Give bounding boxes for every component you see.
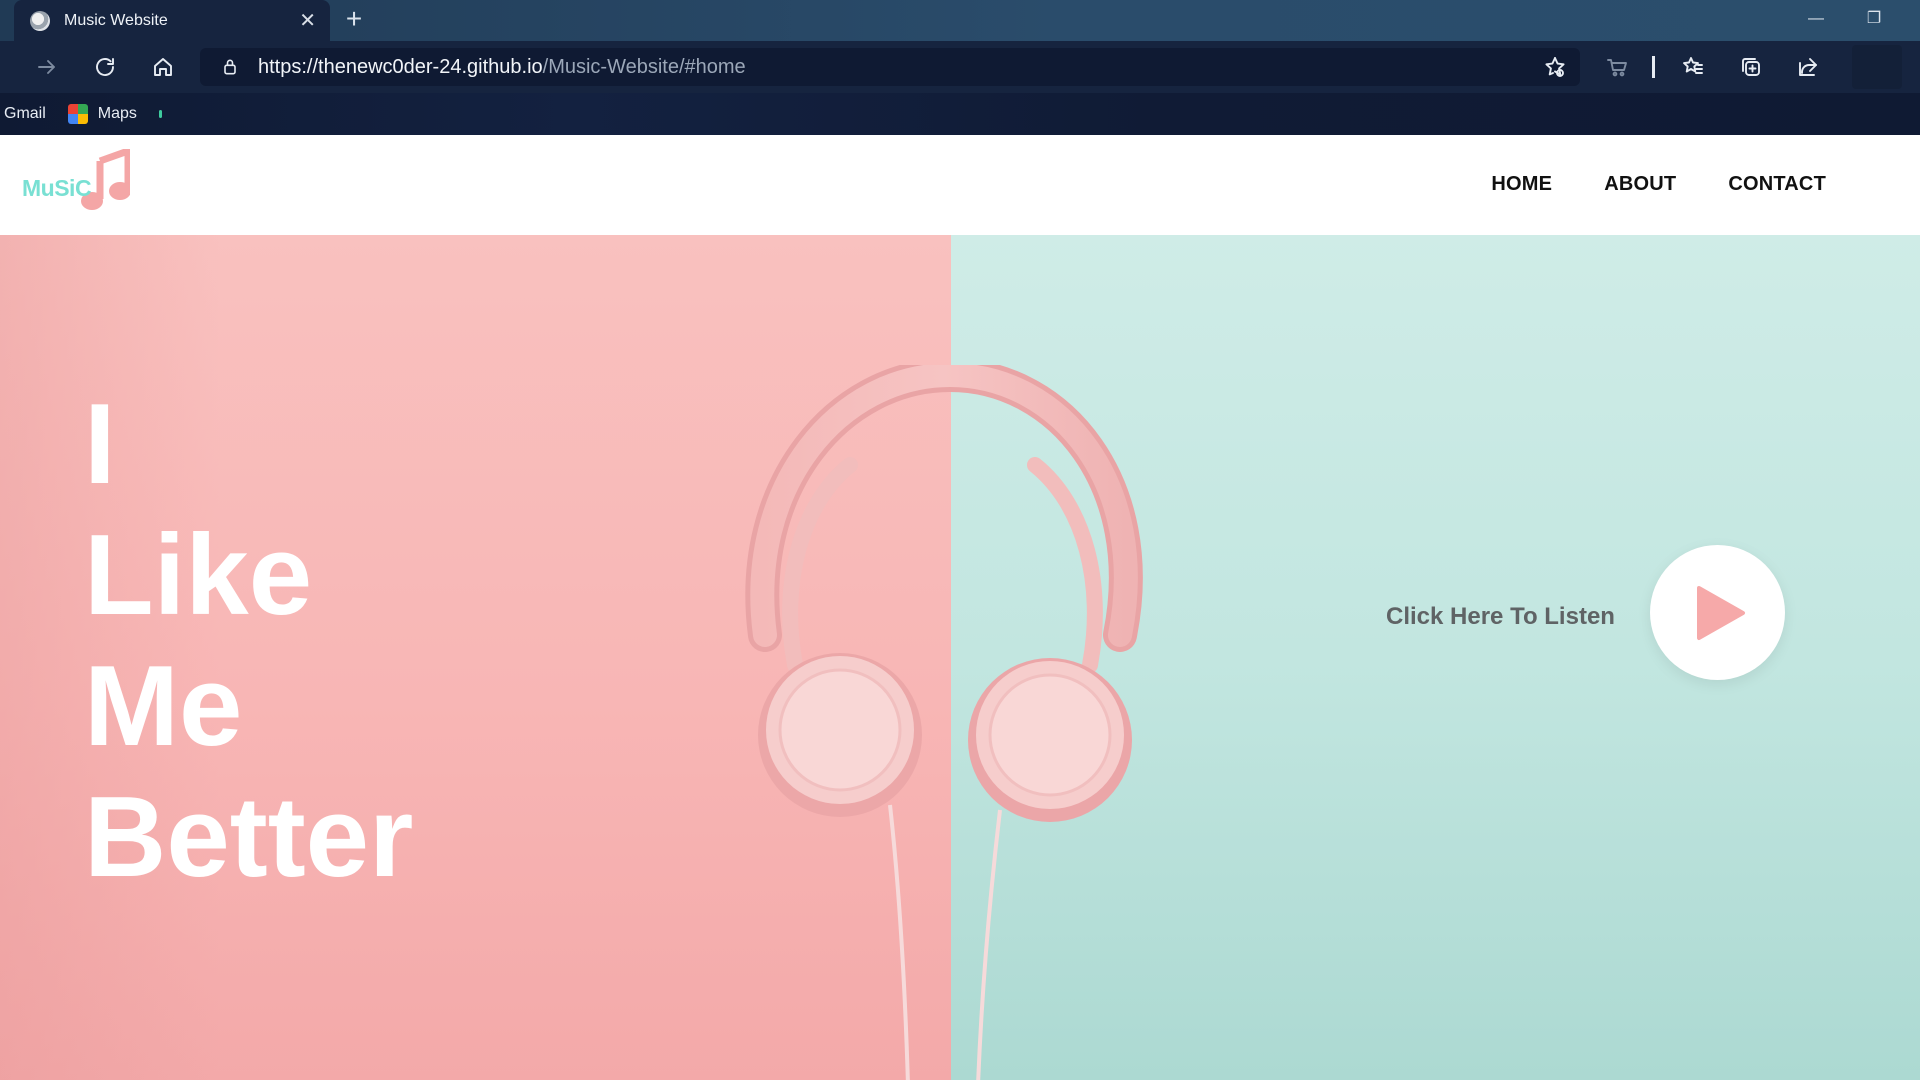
play-button[interactable] <box>1650 545 1785 680</box>
restore-window-button[interactable]: ❐ <box>1852 0 1896 38</box>
reload-icon <box>96 58 114 76</box>
music-website: MuSiC HOME ABOUT CONTACT I Like Me Bette… <box>0 135 1920 1080</box>
add-favorite-button[interactable] <box>1538 51 1572 83</box>
bookmark-label: Maps <box>97 105 137 122</box>
shopping-cart-icon <box>1607 59 1627 77</box>
headphones-image <box>745 365 1143 1080</box>
tab-title: Music Website <box>64 11 168 29</box>
favorites-list-icon <box>1683 57 1703 74</box>
nav-home[interactable]: HOME <box>1491 173 1552 196</box>
close-tab-icon[interactable]: ✕ <box>299 11 316 31</box>
shopping-button[interactable] <box>1600 51 1634 83</box>
listen-label[interactable]: Click Here To Listen <box>1386 603 1615 631</box>
nav-contact[interactable]: CONTACT <box>1728 173 1826 196</box>
collections-icon <box>1742 58 1760 76</box>
maps-icon <box>67 104 88 124</box>
favorites-button[interactable] <box>1676 51 1710 83</box>
play-icon <box>1696 585 1745 640</box>
toolbar-divider <box>1652 56 1655 78</box>
minimize-window-button[interactable]: — <box>1794 0 1838 38</box>
headline-line: Better <box>84 774 414 901</box>
bookmark-overflow-icon[interactable] <box>158 110 162 118</box>
address-bar[interactable]: https://thenewc0der-24.github.io/Music-W… <box>200 48 1580 86</box>
profile-button[interactable] <box>1852 45 1902 89</box>
share-button[interactable] <box>1791 51 1825 83</box>
collections-button[interactable] <box>1734 51 1768 83</box>
share-icon <box>1799 58 1817 76</box>
home-button[interactable] <box>146 51 180 83</box>
site-favicon-icon <box>30 10 50 31</box>
arrow-right-icon <box>38 60 55 74</box>
hero-headline: I Like Me Better <box>84 379 413 903</box>
headline-line: Like <box>84 512 313 639</box>
site-logo[interactable]: MuSiC <box>22 149 130 213</box>
browser-tab-strip: Music Website ✕ + — ❐ <box>0 0 1920 41</box>
bookmark-maps[interactable]: Maps <box>67 104 137 124</box>
bookmark-gmail[interactable]: Gmail <box>4 105 46 123</box>
main-nav: HOME ABOUT CONTACT <box>1439 173 1826 196</box>
headline-line: I <box>84 381 116 508</box>
logo-text: MuSiC <box>22 175 92 201</box>
nav-about[interactable]: ABOUT <box>1604 173 1676 196</box>
headline-line: Me <box>84 643 243 770</box>
star-plus-icon <box>1545 57 1565 77</box>
url-path: /Music-Website/#home <box>542 55 746 78</box>
bookmark-label: Gmail <box>4 105 46 122</box>
site-navbar: MuSiC HOME ABOUT CONTACT <box>0 135 1920 235</box>
home-icon <box>154 58 172 76</box>
bookmarks-bar: Gmail Maps <box>0 93 1920 135</box>
reload-button[interactable] <box>88 51 122 83</box>
lock-icon <box>220 57 240 77</box>
browser-toolbar: https://thenewc0der-24.github.io/Music-W… <box>0 41 1920 93</box>
url-text: https://thenewc0der-24.github.io/Music-W… <box>258 56 746 79</box>
hero-section: I Like Me Better Click Here To Listen <box>0 235 1920 1080</box>
browser-tab-active[interactable]: Music Website ✕ <box>14 0 330 41</box>
new-tab-button[interactable]: + <box>340 5 368 34</box>
url-domain: https://thenewc0der-24.github.io <box>258 55 543 78</box>
forward-button[interactable] <box>30 51 64 83</box>
